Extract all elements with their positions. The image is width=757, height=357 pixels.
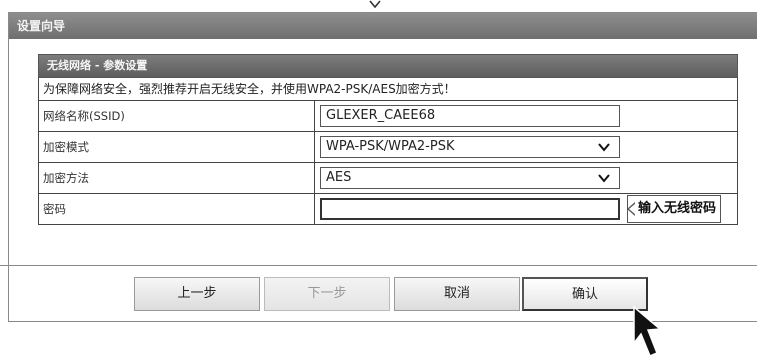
ssid-label: 网络名称(SSID): [39, 101, 315, 131]
encryption-method-select[interactable]: AES: [320, 167, 620, 189]
password-row: 密码 输入无线密码: [38, 194, 738, 225]
encryption-mode-value: WPA-PSK/WPA2-PSK: [326, 139, 455, 154]
encryption-mode-select[interactable]: WPA-PSK/WPA2-PSK: [320, 136, 620, 158]
encryption-method-value: AES: [326, 170, 352, 185]
chevron-down-icon: [366, 0, 384, 12]
password-input[interactable]: [320, 198, 620, 220]
encryption-mode-label: 加密模式: [39, 132, 315, 162]
encryption-mode-row: 加密模式 WPA-PSK/WPA2-PSK: [38, 132, 738, 163]
wireless-settings-section: 无线网络 - 参数设置 为保障网络安全，强烈推荐开启无线安全，并使用WPA2-P…: [38, 54, 738, 225]
prev-button[interactable]: 上一步: [134, 277, 260, 311]
password-label: 密码: [39, 194, 315, 224]
security-notice: 为保障网络安全，强烈推荐开启无线安全，并使用WPA2-PSK/AES加密方式！: [38, 78, 738, 101]
section-header: 无线网络 - 参数设置: [38, 54, 738, 78]
arrow-cursor-icon: [633, 305, 662, 357]
chevron-down-icon: [598, 143, 610, 152]
button-bar: 上一步 下一步 取消 确认: [120, 271, 680, 317]
next-button[interactable]: 下一步: [264, 277, 390, 311]
encryption-method-label: 加密方法: [39, 163, 315, 193]
wizard-title: 设置向导: [9, 13, 757, 39]
chevron-down-icon: [598, 174, 610, 183]
cancel-button[interactable]: 取消: [394, 277, 520, 311]
ssid-row: 网络名称(SSID) GLEXER_CAEE68: [38, 101, 738, 132]
button-divider: [0, 265, 757, 266]
password-hint-callout: 输入无线密码: [627, 195, 722, 223]
ssid-input[interactable]: GLEXER_CAEE68: [320, 105, 620, 127]
encryption-method-row: 加密方法 AES: [38, 163, 738, 194]
